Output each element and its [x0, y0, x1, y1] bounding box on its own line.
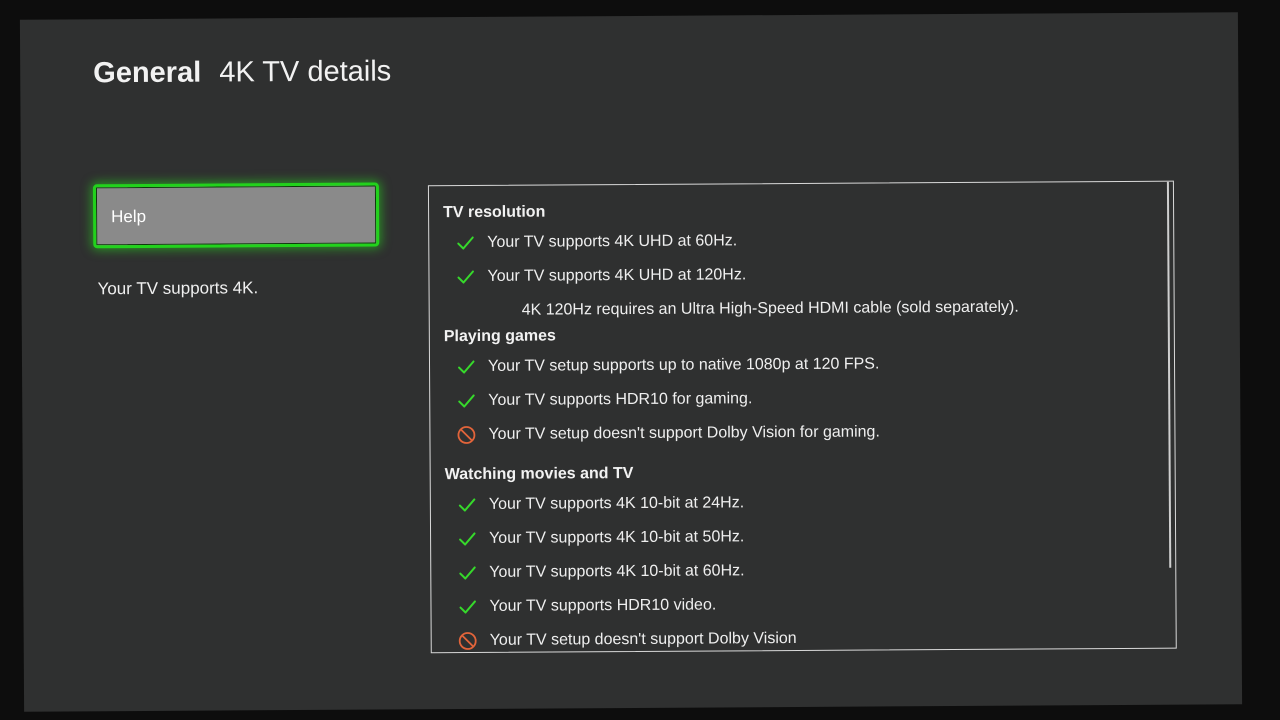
blocked-icon [458, 632, 477, 650]
details-panel[interactable]: TV resolution Your TV supports 4K UHD at… [427, 180, 1177, 654]
watching-movies-list: Your TV supports 4K 10-bit at 24Hz. Your … [445, 484, 1156, 653]
support-item-text: Your TV supports 4K UHD at 60Hz. [487, 232, 738, 251]
support-item: Your TV supports 4K 10-bit at 24Hz. [445, 484, 1155, 522]
check-icon [459, 566, 476, 580]
playing-games-list: Your TV setup supports up to native 1080… [444, 346, 1155, 452]
support-item: Your TV setup doesn't support Dolby Visi… [444, 414, 1154, 452]
support-item: Your TV supports 4K UHD at 60Hz. [443, 222, 1153, 260]
page-header: General 4K TV details [93, 55, 391, 90]
support-item-text: Your TV supports HDR10 for gaming. [488, 390, 753, 409]
check-icon [457, 270, 474, 284]
section-title: General [93, 56, 202, 90]
help-button[interactable]: Help [92, 182, 380, 249]
support-item-text: Your TV setup doesn't support Dolby Visi… [488, 423, 880, 443]
support-item: Your TV setup doesn't support Dolby Visi… [446, 620, 1156, 653]
check-icon [457, 236, 474, 250]
hdmi-cable-note: 4K 120Hz requires an Ultra High-Speed HD… [521, 298, 1019, 319]
blocked-icon [457, 426, 476, 444]
page-title: 4K TV details [219, 55, 392, 89]
check-icon [459, 532, 476, 546]
support-item-text: Your TV supports HDR10 video. [489, 596, 717, 615]
support-item: Your TV supports 4K 10-bit at 60Hz. [445, 552, 1155, 590]
details-content: TV resolution Your TV supports 4K UHD at… [443, 200, 1156, 653]
support-item-text: Your TV supports 4K 10-bit at 24Hz. [488, 494, 745, 513]
support-item-text: Your TV supports 4K UHD at 120Hz. [487, 266, 747, 285]
check-icon [459, 600, 476, 614]
support-item: Your TV supports 4K UHD at 120Hz. [443, 256, 1153, 294]
support-item-text: Your TV setup doesn't support Dolby Visi… [489, 629, 797, 649]
tv-resolution-list: Your TV supports 4K UHD at 60Hz. Your TV … [443, 222, 1153, 294]
scrollbar[interactable] [1166, 181, 1172, 568]
support-item: Your TV setup supports up to native 1080… [444, 346, 1154, 384]
support-item-text: Your TV supports 4K 10-bit at 50Hz. [489, 528, 745, 547]
check-icon [458, 394, 475, 408]
help-button-label: Help [111, 206, 147, 227]
check-icon [458, 498, 476, 512]
support-item: Your TV supports 4K 10-bit at 50Hz. [445, 518, 1155, 556]
support-item: Your TV supports HDR10 for gaming. [444, 380, 1154, 418]
check-icon [458, 360, 475, 374]
support-item: Your TV supports HDR10 video. [445, 586, 1155, 624]
support-item-text: Your TV supports 4K 10-bit at 60Hz. [489, 562, 745, 581]
support-item-text: Your TV setup supports up to native 1080… [487, 355, 880, 375]
tv-screen: General 4K TV details Help Your TV suppo… [19, 12, 1243, 712]
tv-support-summary: Your TV supports 4K. [97, 278, 259, 299]
